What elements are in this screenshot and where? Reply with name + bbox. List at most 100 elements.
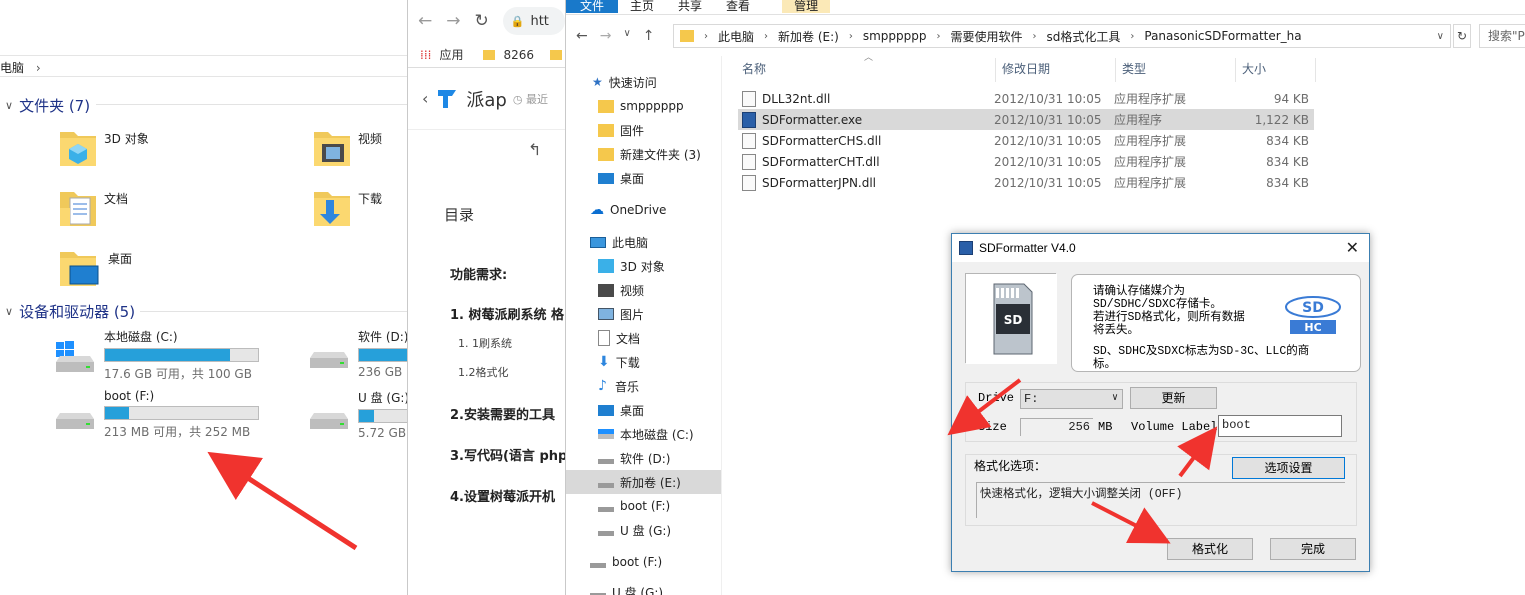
drive-select[interactable]: F: ∨ <box>1020 389 1123 409</box>
format-button[interactable]: 格式化 <box>1167 538 1253 560</box>
table-row[interactable]: SDFormatterCHS.dll 2012/10/31 10:05 应用程序… <box>738 130 1314 151</box>
devices-section-header[interactable]: ∨ 设备和驱动器 (5) <box>5 301 135 322</box>
drive-d[interactable]: 软件 (D:) 236 GB <box>306 328 407 379</box>
nav-drive-c[interactable]: 本地磁盘 (C:) <box>566 422 721 446</box>
bookmark-8266[interactable]: 8266 <box>503 48 534 62</box>
desktop-icon <box>598 404 614 416</box>
drive-c[interactable]: 本地磁盘 (C:) 17.6 GB 可用，共 100 GB <box>52 328 259 382</box>
browser-window: ← → ↻ 🔒 htt ⁞⁞⁞ 应用 8266 ‹ 派ap ◷ 最近 ↰ 目录 … <box>407 0 565 595</box>
drive-c-icon <box>598 429 614 439</box>
folders-section-header[interactable]: ∨ 文件夹 (7) <box>5 95 90 116</box>
path-segment[interactable]: 需要使用软件 <box>950 28 1022 45</box>
path-segment[interactable]: 此电脑 <box>718 28 754 45</box>
nav-videos[interactable]: 视频 <box>566 278 721 302</box>
nav-drive-g[interactable]: U 盘 (G:) <box>566 518 721 542</box>
nav-downloads[interactable]: ⬇ 下载 <box>566 350 721 374</box>
drive-usage-bar <box>104 348 259 362</box>
refresh-icon[interactable]: ↻ <box>1453 24 1471 48</box>
drive-label: Drive <box>978 391 1015 405</box>
search-input[interactable]: 搜索"P <box>1479 24 1525 48</box>
table-row[interactable]: SDFormatterCHT.dll 2012/10/31 10:05 应用程序… <box>738 151 1314 172</box>
nav-smpppppp[interactable]: smpppppp <box>566 94 721 118</box>
site-header: ‹ 派ap ◷ 最近 <box>408 68 565 130</box>
sd-card-image: SD <box>965 273 1057 364</box>
chevron-down-icon[interactable]: ∨ <box>1437 31 1444 42</box>
toc-item[interactable]: 4.设置树莓派开机 <box>450 486 555 505</box>
volume-label-input[interactable]: boot <box>1218 415 1342 437</box>
nav-boot-f[interactable]: boot (F:) <box>566 550 721 574</box>
folder-documents[interactable]: 文档 <box>58 186 128 228</box>
bookmark-apps[interactable]: 应用 <box>439 46 463 63</box>
toc-item[interactable]: 3.写代码(语言 php <box>450 445 565 464</box>
path-segment[interactable]: sd格式化工具 <box>1047 28 1121 45</box>
folder-desktop[interactable]: 桌面 <box>58 246 132 288</box>
nav-desktop[interactable]: 桌面 <box>566 398 721 422</box>
tab-file[interactable]: 文件 <box>566 0 619 13</box>
option-settings-button[interactable]: 选项设置 <box>1232 457 1345 479</box>
recent-dropdown-icon[interactable]: ∨ <box>623 28 630 44</box>
back-arrow-icon[interactable]: ← <box>418 11 432 31</box>
table-row[interactable]: SDFormatterJPN.dll 2012/10/31 10:05 应用程序… <box>738 172 1314 193</box>
folder-3d-objects[interactable]: 3D 对象 <box>58 126 149 168</box>
toc-item[interactable]: 功能需求: <box>450 264 507 283</box>
video-icon <box>598 283 614 297</box>
up-arrow-icon[interactable]: ↑ <box>643 28 655 44</box>
done-button[interactable]: 完成 <box>1270 538 1356 560</box>
toc-item[interactable]: 2.安装需要的工具 <box>450 404 555 423</box>
3d-objects-folder-icon <box>60 132 96 166</box>
back-arrow-icon[interactable]: ← <box>576 28 588 44</box>
folder-downloads[interactable]: 下载 <box>312 186 382 228</box>
dialog-titlebar[interactable]: SDFormatter V4.0 ✕ <box>952 234 1369 262</box>
tab-view[interactable]: 查看 <box>714 0 762 13</box>
drive-f[interactable]: boot (F:) 213 MB 可用，共 252 MB <box>52 389 259 440</box>
close-icon[interactable]: ✕ <box>1346 238 1359 258</box>
table-row[interactable]: SDFormatter.exe 2012/10/31 10:05 应用程序 1,… <box>738 109 1314 130</box>
column-date[interactable]: 修改日期 <box>996 58 1116 82</box>
nav-firmware[interactable]: 固件 <box>566 118 721 142</box>
nav-this-pc[interactable]: 此电脑 <box>566 230 721 254</box>
toc-item[interactable]: 1. 树莓派刷系统 格 <box>450 304 564 323</box>
toc-subitem[interactable]: 1. 1刷系统 <box>458 335 512 351</box>
nav-3d-objects[interactable]: 3D 对象 <box>566 254 721 278</box>
drive-g[interactable]: U 盘 (G:) 5.72 GB <box>306 389 407 440</box>
nav-onedrive[interactable]: ☁ OneDrive <box>566 198 721 222</box>
nav-new-folder-3[interactable]: 新建文件夹 (3) <box>566 142 721 166</box>
breadcrumb-this-pc[interactable]: 电脑 <box>0 61 24 75</box>
drive-icon <box>598 458 614 464</box>
path-segment[interactable]: PanasonicSDFormatter_ha <box>1144 29 1301 43</box>
sd-card-icon: SD <box>966 274 1057 364</box>
breadcrumb[interactable]: 电脑 › <box>0 55 407 77</box>
nav-pictures[interactable]: 图片 <box>566 302 721 326</box>
reload-icon[interactable]: ↻ <box>475 11 489 31</box>
tab-home[interactable]: 主页 <box>618 0 666 13</box>
undo-icon[interactable]: ↰ <box>528 140 541 159</box>
folder-icon <box>680 30 694 42</box>
nav-desktop-quick[interactable]: 桌面 <box>566 166 721 190</box>
bookmark-folder-icon <box>483 49 496 60</box>
column-type[interactable]: 类型 <box>1116 58 1236 82</box>
path-segment[interactable]: smpppppp <box>863 29 927 43</box>
nav-quick-access[interactable]: ★ 快速访问 <box>566 70 721 94</box>
format-options-label: 格式化选项： <box>974 459 1047 473</box>
address-bar[interactable]: 🔒 htt <box>502 7 565 35</box>
forward-arrow-icon[interactable]: → <box>446 11 460 31</box>
toc-subitem[interactable]: 1.2格式化 <box>458 364 509 380</box>
nav-drive-f[interactable]: boot (F:) <box>566 494 721 518</box>
apps-grid-icon[interactable]: ⁞⁞⁞ <box>420 48 431 62</box>
nav-documents[interactable]: 文档 <box>566 326 721 350</box>
nav-music[interactable]: ♪ 音乐 <box>566 374 721 398</box>
warning-text: 请确认存储媒介为 SD/SDHC/SDXC存储卡。 若进行SD格式化，则所有数据… <box>1093 285 1245 337</box>
folder-videos[interactable]: 视频 <box>312 126 382 168</box>
table-row[interactable]: DLL32nt.dll 2012/10/31 10:05 应用程序扩展 94 K… <box>738 88 1314 109</box>
nav-usb-g[interactable]: U 盘 (G:) <box>566 580 721 595</box>
forward-arrow-icon[interactable]: → <box>600 28 612 44</box>
nav-drive-e[interactable]: 新加卷 (E:) <box>566 470 721 494</box>
tab-share[interactable]: 共享 <box>666 0 714 13</box>
column-size[interactable]: 大小 <box>1236 58 1316 82</box>
path-segment[interactable]: 新加卷 (E:) <box>778 28 839 45</box>
refresh-button[interactable]: 更新 <box>1130 387 1217 409</box>
nav-drive-d[interactable]: 软件 (D:) <box>566 446 721 470</box>
chevron-left-icon[interactable]: ‹ <box>422 89 428 108</box>
address-bar[interactable]: › 此电脑 › 新加卷 (E:) › smpppppp › 需要使用软件 › s… <box>673 24 1451 48</box>
tab-manage[interactable]: 管理 <box>782 0 831 13</box>
